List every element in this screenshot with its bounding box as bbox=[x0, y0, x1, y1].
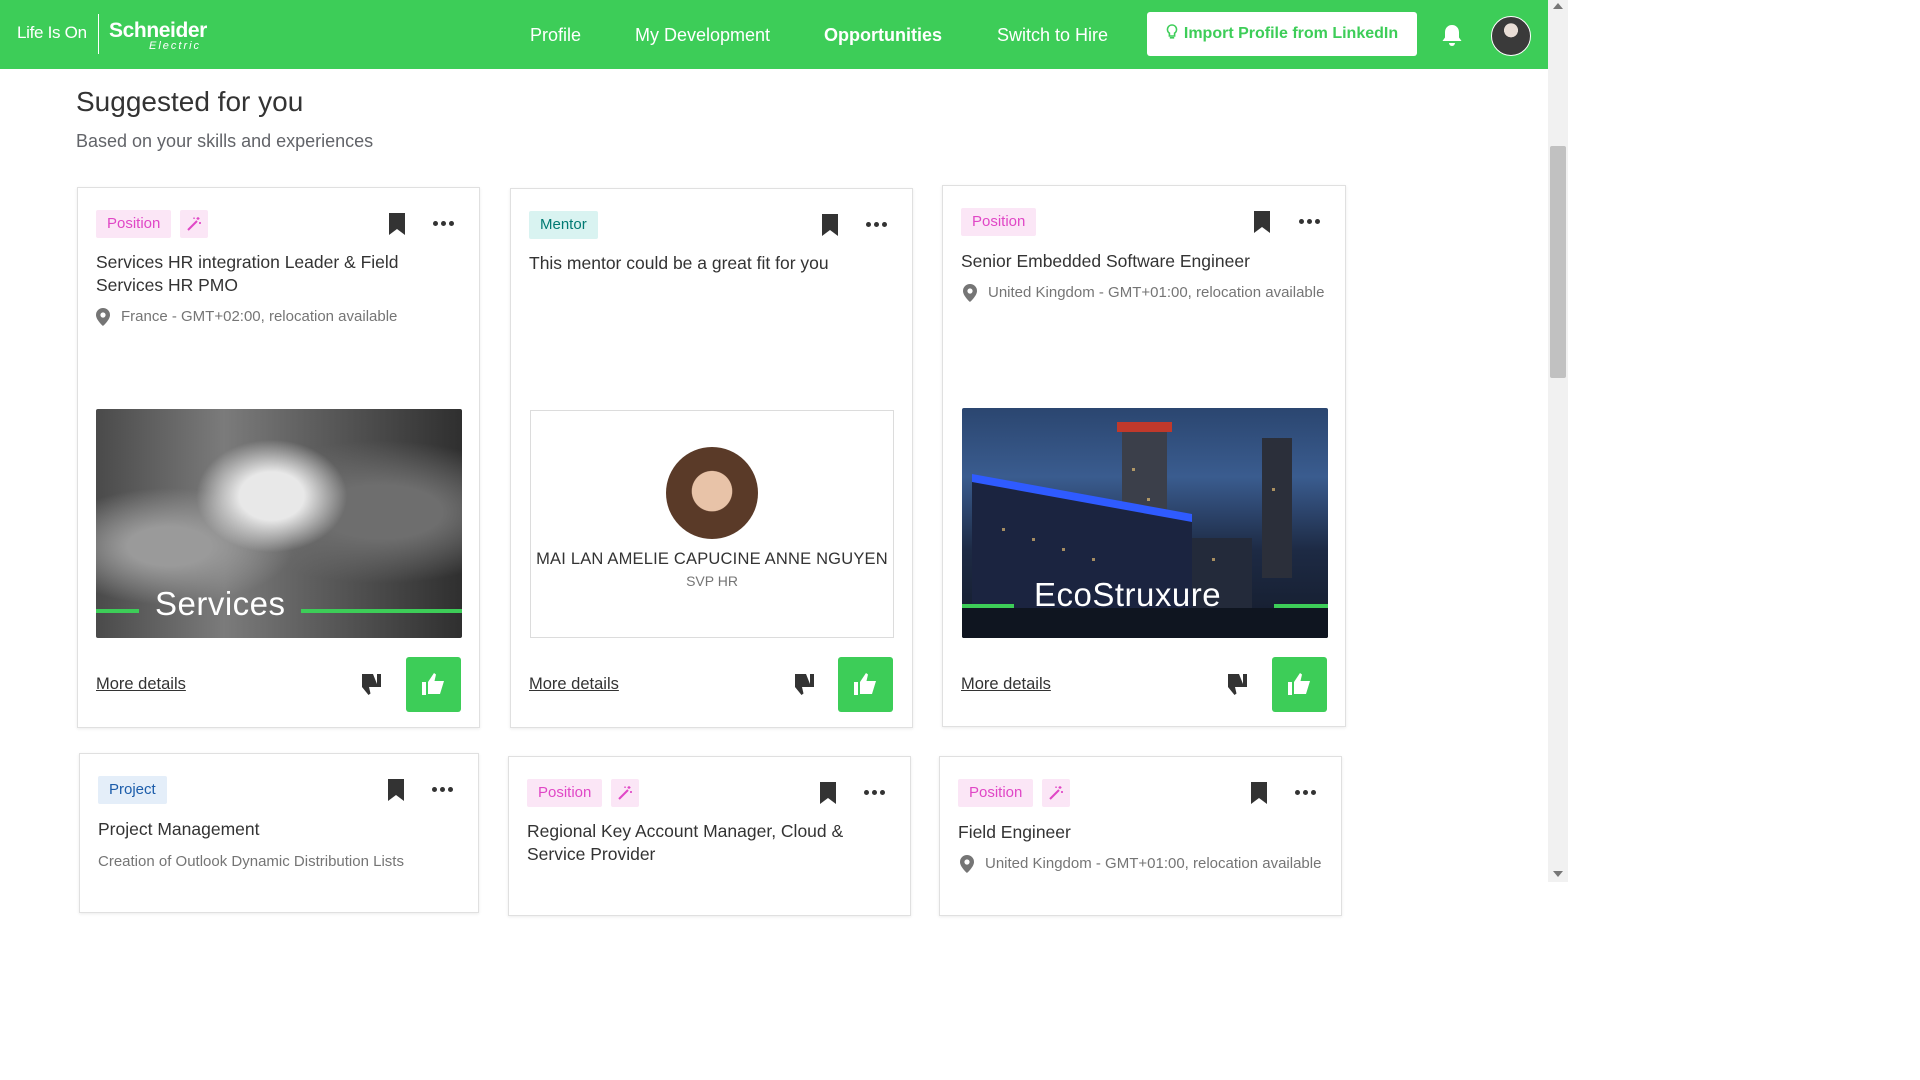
mentor-avatar bbox=[666, 447, 758, 539]
project-badge: Project bbox=[98, 776, 167, 804]
thumbs-down-icon[interactable] bbox=[355, 670, 383, 698]
card-location: United Kingdom - GMT+01:00, relocation a… bbox=[963, 284, 1333, 304]
card-description: Creation of Outlook Dynamic Distribution… bbox=[98, 853, 404, 870]
user-avatar[interactable] bbox=[1491, 16, 1531, 56]
lightbulb-icon bbox=[1166, 24, 1178, 39]
bookmark-icon[interactable] bbox=[1250, 782, 1268, 804]
location-pin-icon bbox=[960, 855, 974, 873]
thumbs-up-icon bbox=[1288, 673, 1310, 695]
scroll-down-arrow-icon[interactable] bbox=[1553, 871, 1563, 877]
image-accent-line bbox=[962, 604, 1014, 608]
image-accent-line bbox=[1274, 604, 1328, 608]
location-text: United Kingdom - GMT+01:00, relocation a… bbox=[985, 855, 1322, 872]
magic-wand-badge bbox=[1042, 779, 1070, 807]
card-title[interactable]: Field Engineer bbox=[958, 821, 1318, 844]
image-caption: EcoStruxure bbox=[1034, 576, 1222, 613]
brand-tagline: Life Is On bbox=[17, 23, 87, 42]
more-details-link[interactable]: More details bbox=[529, 675, 619, 694]
bookmark-icon[interactable] bbox=[821, 214, 839, 236]
more-details-link[interactable]: More details bbox=[96, 675, 186, 694]
position-badge: Position bbox=[958, 779, 1034, 807]
image-caption: Services bbox=[155, 585, 286, 622]
like-button[interactable] bbox=[1272, 657, 1327, 712]
more-options-icon[interactable] bbox=[432, 787, 454, 793]
card-title[interactable]: Regional Key Account Manager, Cloud & Se… bbox=[527, 820, 857, 866]
opportunity-card: Position Field Engineer United Kingdom -… bbox=[939, 756, 1342, 916]
like-button[interactable] bbox=[838, 657, 893, 712]
scroll-up-arrow-icon[interactable] bbox=[1553, 3, 1563, 9]
brand-logo-sub: Electric bbox=[149, 40, 202, 52]
nav-item-my-development[interactable]: My Development bbox=[635, 24, 770, 46]
magic-wand-icon bbox=[187, 217, 201, 231]
magic-wand-badge bbox=[180, 210, 208, 238]
image-accent-line bbox=[301, 609, 462, 613]
brand-separator bbox=[98, 14, 99, 54]
mentor-name: MAI LAN AMELIE CAPUCINE ANNE NGUYEN bbox=[536, 550, 888, 568]
card-title[interactable]: This mentor could be a great fit for you bbox=[529, 252, 889, 275]
more-details-link[interactable]: More details bbox=[961, 675, 1051, 694]
nav-item-switch-to-hire[interactable]: Switch to Hire bbox=[997, 24, 1108, 46]
notification-bell-icon[interactable] bbox=[1439, 22, 1465, 48]
card-title[interactable]: Project Management bbox=[98, 818, 458, 841]
thumbs-down-icon[interactable] bbox=[788, 670, 816, 698]
card-location: United Kingdom - GMT+01:00, relocation a… bbox=[960, 855, 1330, 875]
location-text: United Kingdom - GMT+01:00, relocation a… bbox=[988, 284, 1325, 301]
position-badge: Position bbox=[961, 208, 1037, 236]
magic-wand-badge bbox=[611, 779, 639, 807]
card-title[interactable]: Senior Embedded Software Engineer bbox=[961, 250, 1331, 273]
opportunity-card: Position Senior Embedded Software Engine… bbox=[942, 185, 1346, 727]
bookmark-icon[interactable] bbox=[1253, 211, 1271, 233]
location-text: France - GMT+02:00, relocation available bbox=[121, 308, 398, 325]
card-image-services: Services bbox=[96, 409, 462, 638]
mentor-badge: Mentor bbox=[529, 211, 598, 239]
more-options-icon[interactable] bbox=[433, 221, 455, 227]
top-navigation-bar: Life Is On Schneider Electric Profile My… bbox=[0, 0, 1548, 69]
more-options-icon[interactable] bbox=[1295, 790, 1317, 796]
brand-logo-name[interactable]: Schneider bbox=[109, 20, 207, 42]
section-subtitle: Based on your skills and experiences bbox=[76, 131, 374, 151]
more-options-icon[interactable] bbox=[866, 222, 888, 228]
opportunity-card: Position Services HR integration Leader … bbox=[77, 187, 480, 728]
thumbs-up-icon bbox=[854, 673, 876, 695]
more-options-icon[interactable] bbox=[1299, 219, 1321, 225]
import-linkedin-label: Import Profile from LinkedIn bbox=[1183, 25, 1399, 42]
bookmark-icon[interactable] bbox=[819, 782, 837, 804]
thumbs-up-icon bbox=[422, 673, 444, 695]
nav-item-profile[interactable]: Profile bbox=[530, 24, 581, 46]
project-card: Project Project Management Creation of O… bbox=[79, 753, 479, 913]
location-pin-icon bbox=[96, 308, 110, 326]
bookmark-icon[interactable] bbox=[387, 779, 405, 801]
mentor-card: Mentor This mentor could be a great fit … bbox=[510, 188, 913, 728]
thumbs-down-icon[interactable] bbox=[1221, 670, 1249, 698]
mentor-role: SVP HR bbox=[686, 573, 738, 589]
page-scrollbar[interactable] bbox=[1548, 0, 1568, 882]
card-title[interactable]: Services HR integration Leader & Field S… bbox=[96, 251, 456, 297]
location-pin-icon bbox=[963, 284, 977, 302]
image-accent-line bbox=[96, 609, 139, 613]
section-title: Suggested for you bbox=[76, 86, 304, 117]
mentor-profile-box[interactable]: MAI LAN AMELIE CAPUCINE ANNE NGUYEN SVP … bbox=[530, 410, 894, 638]
like-button[interactable] bbox=[406, 657, 461, 712]
position-badge: Position bbox=[527, 779, 603, 807]
card-image-ecostruxure: EcoStruxure bbox=[962, 408, 1328, 638]
opportunity-card: Position Regional Key Account Manager, C… bbox=[508, 756, 911, 916]
bookmark-icon[interactable] bbox=[388, 213, 406, 235]
scroll-thumb[interactable] bbox=[1550, 146, 1566, 378]
magic-wand-icon bbox=[618, 786, 632, 800]
import-linkedin-button[interactable]: Import Profile from LinkedIn bbox=[1147, 12, 1417, 56]
magic-wand-icon bbox=[1049, 786, 1063, 800]
position-badge: Position bbox=[96, 210, 172, 238]
nav-item-opportunities[interactable]: Opportunities bbox=[824, 24, 942, 46]
more-options-icon[interactable] bbox=[864, 790, 886, 796]
card-location: France - GMT+02:00, relocation available bbox=[96, 308, 456, 328]
